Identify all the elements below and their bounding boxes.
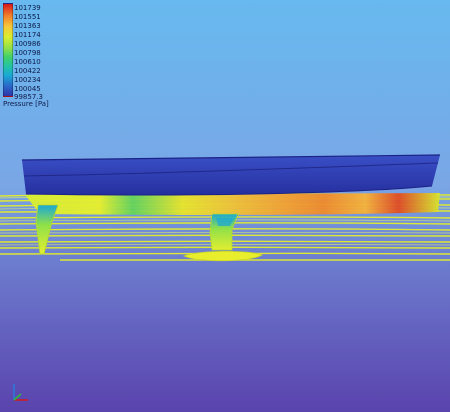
axis-triad-icon — [13, 384, 28, 401]
hull-pressure-render — [0, 0, 450, 412]
pressure-color-bar — [3, 3, 13, 97]
pressure-tick-labels: 101739 101551 101363 101174 100986 10079… — [14, 3, 62, 101]
cfd-viewport[interactable]: 101739 101551 101363 101174 100986 10079… — [0, 0, 450, 412]
legend-title: Pressure [Pa] — [3, 100, 49, 108]
pressure-legend: 101739 101551 101363 101174 100986 10079… — [3, 3, 63, 113]
